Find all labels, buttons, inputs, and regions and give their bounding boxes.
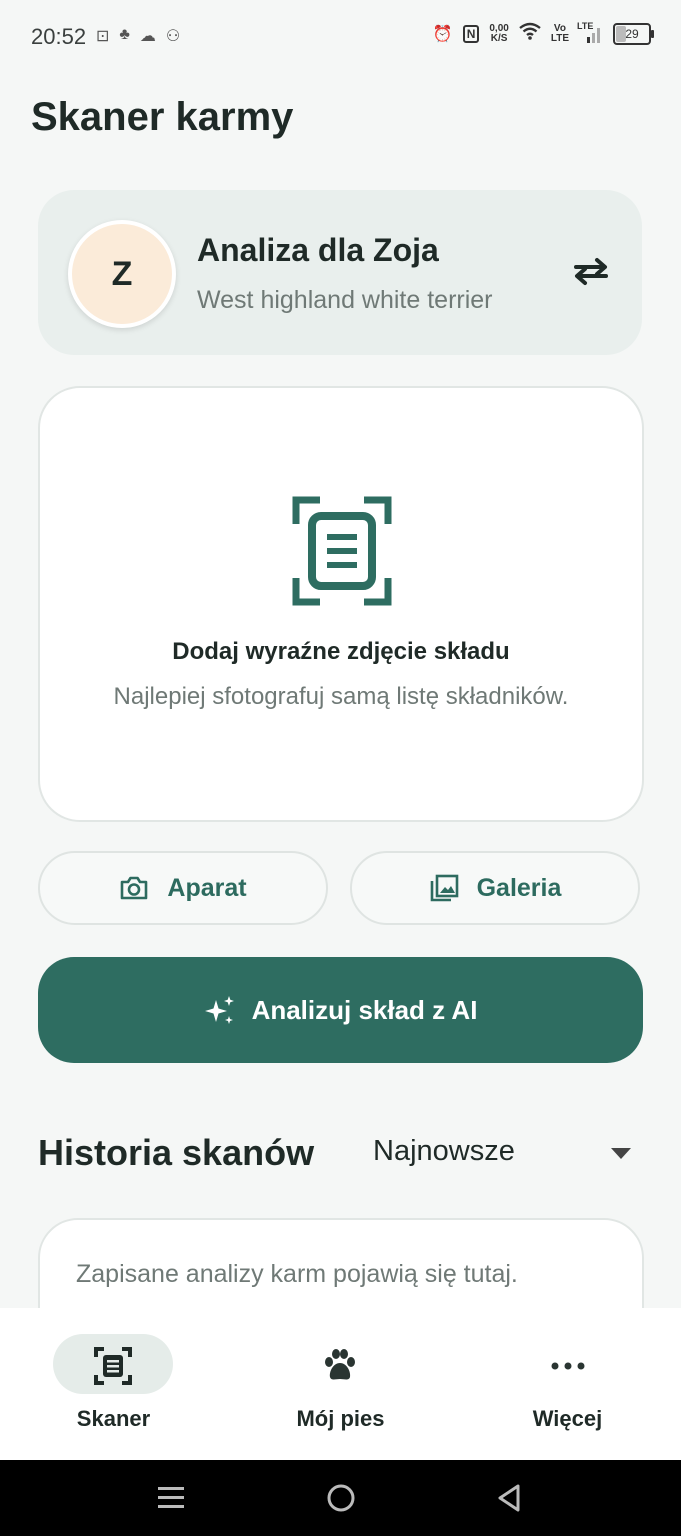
nav-item-scanner[interactable]: Skaner — [0, 1308, 227, 1460]
dog-card-title: Analiza dla Zoja — [197, 232, 439, 268]
swap-icon[interactable] — [572, 256, 610, 286]
alarm-icon: ⏰ — [432, 25, 453, 43]
status-time: 20:52 — [31, 24, 87, 49]
photo-upload-area[interactable]: Dodaj wyraźne zdjęcie składu Najlepiej s… — [38, 386, 644, 822]
recents-menu-icon[interactable] — [157, 1484, 185, 1512]
nav-label-more: Więcej — [532, 1406, 603, 1431]
signal-icon: LTE — [577, 21, 603, 45]
apps-icon: ♣ — [119, 26, 130, 43]
sort-dropdown[interactable]: Najnowsze — [373, 1133, 643, 1173]
nav-label-my-dog: Mój pies — [296, 1406, 385, 1431]
status-bar: 20:52 ⊡ ♣ ☁ ⚇ ⏰ N 0,00 K/S Vo LTE LTE 29 — [0, 0, 681, 72]
analyze-ai-button[interactable]: Analizuj skład z AI — [38, 957, 643, 1063]
incognito-icon: ⚇ — [165, 28, 181, 45]
sort-selected-value: Najnowsze — [373, 1135, 515, 1167]
analyze-button-label: Analizuj skład z AI — [251, 994, 478, 1025]
scanner-icon — [94, 1347, 132, 1385]
gallery-button-label: Galeria — [476, 873, 562, 902]
document-scanner-icon — [292, 496, 392, 606]
bottom-navigation: Skaner Mój pies Więcej — [0, 1308, 681, 1460]
dog-profile-card[interactable]: Z Analiza dla Zoja West highland white t… — [38, 190, 642, 355]
system-navigation-bar — [0, 1460, 681, 1536]
history-title: Historia skanów — [38, 1132, 315, 1173]
screenshot-icon: ⊡ — [96, 28, 110, 45]
camera-icon — [121, 876, 148, 900]
cloud-icon: ☁ — [139, 28, 156, 45]
net-speed: 0,00 K/S — [489, 22, 509, 44]
avatar: Z — [68, 220, 176, 328]
dog-breed: West highland white terrier — [197, 286, 493, 314]
more-icon — [551, 1362, 585, 1370]
paw-icon — [325, 1349, 355, 1380]
status-system-icons: ⏰ N 0,00 K/S Vo LTE LTE 29 — [432, 21, 654, 45]
dropdown-caret-icon — [611, 1148, 631, 1159]
history-empty-message: Zapisane analizy karm pojawią się tutaj. — [76, 1260, 518, 1288]
sparkle-icon — [204, 996, 234, 1024]
volte-indicator: Vo LTE — [550, 22, 569, 44]
nfc-icon: N — [462, 24, 480, 43]
home-icon[interactable] — [326, 1483, 356, 1513]
nav-item-more[interactable]: Więcej — [454, 1308, 681, 1460]
battery-icon: 29 — [613, 22, 654, 45]
wifi-icon — [519, 22, 541, 45]
back-icon[interactable] — [496, 1483, 522, 1513]
page-title: Skaner karmy — [31, 95, 294, 139]
nav-item-my-dog[interactable]: Mój pies — [227, 1308, 454, 1460]
nav-label-scanner: Skaner — [76, 1406, 151, 1431]
camera-button-label: Aparat — [167, 873, 247, 902]
gallery-button[interactable]: Galeria — [350, 851, 640, 925]
upload-hint: Najlepiej sfotografuj samą listę składni… — [113, 683, 569, 710]
camera-button[interactable]: Aparat — [38, 851, 328, 925]
status-notification-icons: ⊡ ♣ ☁ ⚇ — [96, 26, 180, 46]
upload-title: Dodaj wyraźne zdjęcie składu — [172, 638, 510, 665]
gallery-icon — [430, 874, 458, 902]
